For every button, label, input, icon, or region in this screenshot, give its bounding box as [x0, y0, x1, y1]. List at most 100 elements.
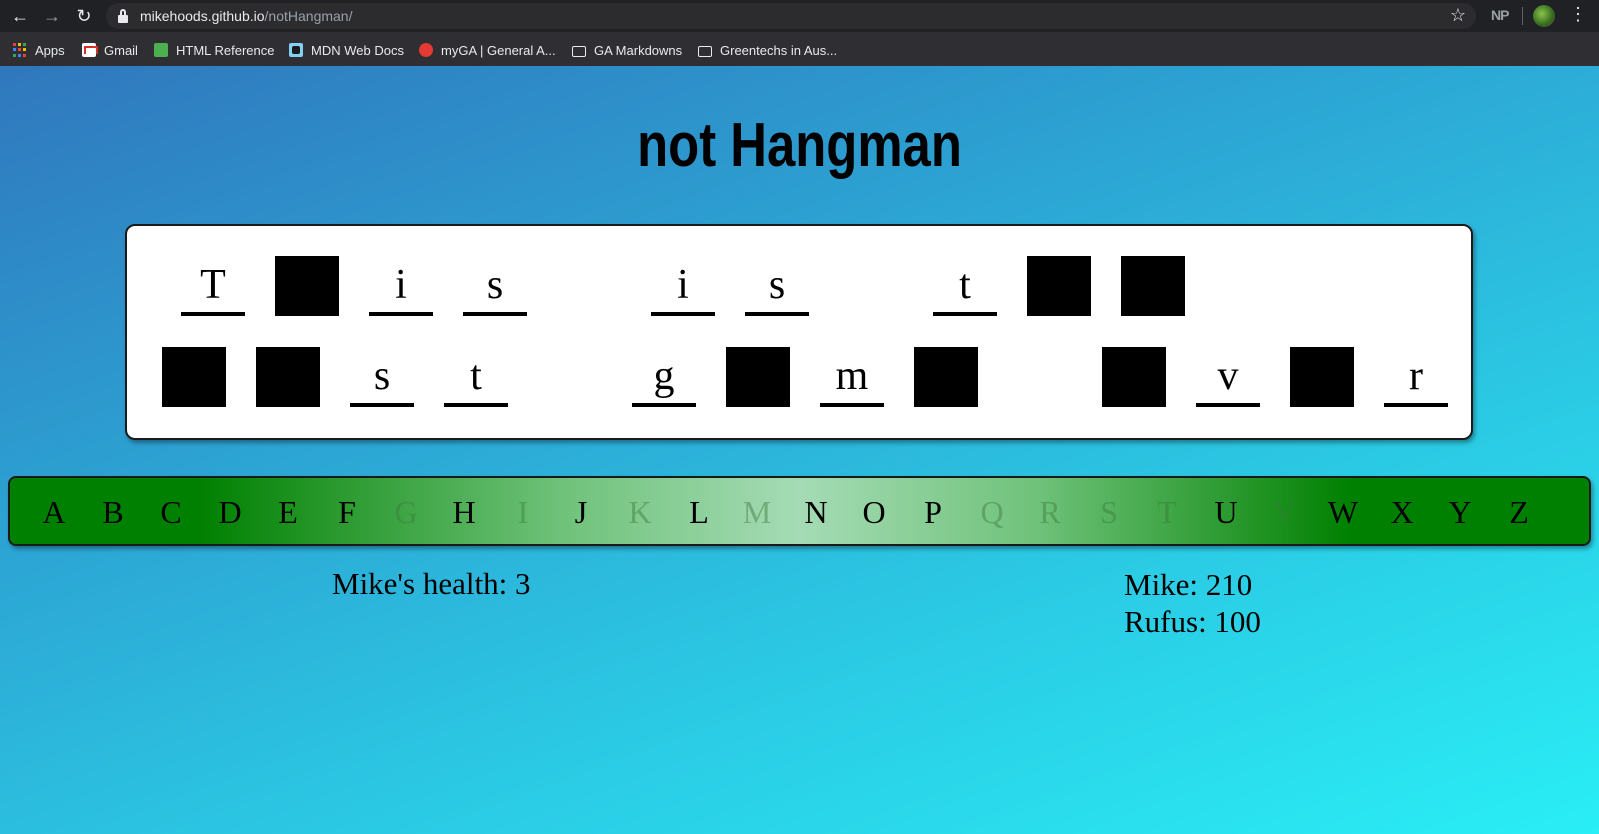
revealed-letter: m: [835, 353, 869, 399]
letter-key-m: M: [742, 494, 772, 530]
bookmark-star-icon[interactable]: ☆: [1450, 5, 1466, 26]
bookmark-label: Greentechs in Aus...: [720, 42, 838, 58]
back-arrow-icon[interactable]: ←: [8, 4, 32, 28]
health-text: Mike's health: 3: [332, 566, 531, 601]
menu-dots-icon[interactable]: ⋮: [1569, 4, 1587, 25]
letter-key-x[interactable]: X: [1382, 492, 1422, 532]
hidden-letter-tile: [275, 256, 339, 316]
revealed-letter: i: [395, 262, 407, 308]
bookmark-greentechs[interactable]: Greentechs in Aus...: [698, 41, 837, 59]
html-reference-icon: [154, 43, 168, 57]
revealed-letter-tile: m: [820, 347, 884, 407]
bookmark-label: Gmail: [104, 42, 138, 58]
letter-key-d[interactable]: D: [210, 492, 250, 532]
folder-icon: [698, 45, 712, 57]
hidden-letter-tile: [256, 347, 320, 407]
revealed-letter: t: [959, 262, 971, 308]
revealed-letter: g: [653, 353, 675, 399]
letter-key-k: K: [628, 494, 652, 530]
hidden-letter-tile: [1027, 256, 1091, 316]
bookmark-label: GA Markdowns: [594, 42, 683, 58]
letter-key-z[interactable]: Z: [1499, 492, 1539, 532]
bookmark-gmail[interactable]: Gmail: [82, 41, 138, 59]
bookmark-myga[interactable]: myGA | General A...: [419, 41, 556, 59]
bookmark-label: HTML Reference: [176, 42, 275, 58]
letter-key-b[interactable]: B: [93, 492, 133, 532]
bookmark-label: Apps: [35, 42, 65, 58]
hidden-letter-tile: [1290, 347, 1354, 407]
browser-toolbar: ← → ↻ mikehoods.github.io/notHangman/ ☆ …: [0, 0, 1599, 32]
gmail-icon: [82, 43, 98, 57]
revealed-letter-tile: s: [350, 347, 414, 407]
address-bar[interactable]: mikehoods.github.io/notHangman/ ☆: [106, 3, 1476, 29]
letter-key-o[interactable]: O: [854, 492, 894, 532]
folder-icon: [572, 45, 586, 57]
word-board: Tisiststgmvr: [125, 224, 1473, 440]
letter-key-n[interactable]: N: [796, 492, 836, 532]
revealed-letter-tile: s: [463, 256, 527, 316]
letter-key-p[interactable]: P: [913, 492, 953, 532]
mdn-icon: [289, 43, 303, 57]
letter-key-u[interactable]: U: [1206, 492, 1246, 532]
profile-avatar[interactable]: [1533, 5, 1555, 27]
lock-icon: [118, 9, 128, 23]
hidden-letter-tile: [726, 347, 790, 407]
reload-icon[interactable]: ↻: [72, 4, 96, 28]
letter-keyboard: ABCDEFGHIJKLMNOPQR S TUVWXYZ: [8, 476, 1591, 546]
bookmark-html-reference[interactable]: HTML Reference: [154, 41, 275, 59]
score-mike: Mike: 210: [1124, 567, 1253, 602]
revealed-letter-tile: s: [745, 256, 809, 316]
hidden-letter-tile: [1121, 256, 1185, 316]
letter-key-q: Q: [980, 494, 1004, 530]
scoreboard: Mike: 210 Rufus: 100: [1124, 566, 1261, 640]
letter-key-t: T: [1157, 494, 1177, 530]
letter-key-l[interactable]: L: [679, 492, 719, 532]
revealed-letter-tile: i: [651, 256, 715, 316]
bookmark-label: myGA | General A...: [441, 42, 556, 58]
letter-key-a[interactable]: A: [34, 492, 74, 532]
hidden-letter-tile: [162, 347, 226, 407]
revealed-letter-tile: r: [1384, 347, 1448, 407]
ga-icon: [419, 43, 433, 57]
revealed-letter-tile: T: [181, 256, 245, 316]
score-rufus: Rufus: 100: [1124, 604, 1261, 639]
revealed-letter-tile: i: [369, 256, 433, 316]
letter-key-i: I: [517, 494, 529, 530]
extension-np-icon[interactable]: NP: [1491, 7, 1509, 23]
letter-key-j[interactable]: J: [561, 492, 601, 532]
revealed-letter-tile: t: [933, 256, 997, 316]
game-page: not Hangman Tisiststgmvr ABCDEFGHIJKLMNO…: [0, 66, 1599, 834]
letter-key-s: S: [1100, 494, 1118, 530]
revealed-letter-tile: t: [444, 347, 508, 407]
letter-key-f[interactable]: F: [327, 492, 367, 532]
letter-key-y[interactable]: Y: [1440, 492, 1480, 532]
revealed-letter: s: [768, 262, 786, 308]
revealed-letter: T: [200, 262, 226, 308]
page-title: not Hangman: [637, 111, 962, 180]
bookmark-ga-markdowns[interactable]: GA Markdowns: [572, 41, 682, 59]
hidden-letter-tile: [1102, 347, 1166, 407]
letter-key-g: G: [394, 494, 418, 530]
bookmarks-bar: Apps Gmail HTML Reference MDN Web Docs m…: [0, 32, 1599, 66]
toolbar-divider: [1522, 7, 1523, 25]
bookmark-mdn[interactable]: MDN Web Docs: [289, 41, 404, 59]
revealed-letter: s: [373, 353, 391, 399]
revealed-letter: t: [470, 353, 482, 399]
bookmark-apps[interactable]: Apps: [13, 41, 65, 59]
letter-key-c[interactable]: C: [151, 492, 191, 532]
bookmark-label: MDN Web Docs: [311, 42, 404, 58]
revealed-letter: v: [1217, 353, 1239, 399]
letter-key-h[interactable]: H: [444, 492, 484, 532]
revealed-letter: i: [677, 262, 689, 308]
letter-key-w[interactable]: W: [1323, 492, 1363, 532]
letter-key-r: R: [1039, 494, 1061, 530]
letter-key-v: V: [1273, 494, 1297, 530]
forward-arrow-icon[interactable]: →: [40, 4, 64, 28]
letter-key-e[interactable]: E: [268, 492, 308, 532]
hidden-letter-tile: [914, 347, 978, 407]
revealed-letter: s: [486, 262, 504, 308]
revealed-letter: r: [1409, 353, 1423, 399]
revealed-letter-tile: v: [1196, 347, 1260, 407]
apps-grid-icon: [13, 43, 27, 57]
revealed-letter-tile: g: [632, 347, 696, 407]
